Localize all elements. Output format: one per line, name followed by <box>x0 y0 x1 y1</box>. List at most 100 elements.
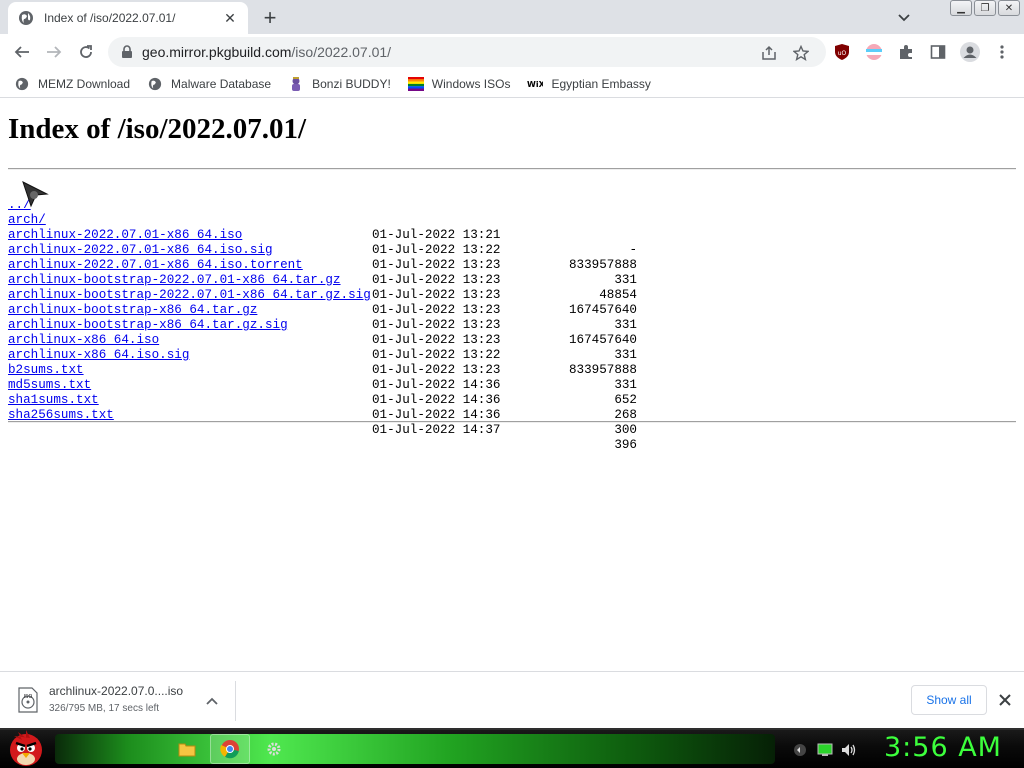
file-size: 396 <box>614 438 637 452</box>
list-item: archlinux-bootstrap-x86_64.tar.gz 01-Jul… <box>8 288 637 347</box>
share-icon[interactable] <box>760 44 778 62</box>
list-item: archlinux-x86_64.iso.sig 01-Jul-2022 13:… <box>8 333 637 392</box>
globe-icon <box>147 76 163 92</box>
bookmark-star-icon[interactable] <box>792 44 810 62</box>
file-date: 01-Jul-2022 14:37 <box>372 423 501 437</box>
file-date: 01-Jul-2022 14:36 <box>372 393 501 407</box>
rainbow-flag-icon <box>407 76 424 92</box>
bookmark-label: Windows ISOs <box>431 76 511 91</box>
globe-icon <box>14 76 30 92</box>
taskbar-clock[interactable]: 3:56 AM <box>884 732 1002 763</box>
file-size: 331 <box>614 378 637 392</box>
minimize-button[interactable]: ▁ <box>950 0 972 16</box>
tab-active[interactable]: Index of /iso/2022.07.01/ ✕ <box>8 2 248 34</box>
file-date: 01-Jul-2022 13:23 <box>372 318 501 332</box>
ublock-origin-icon[interactable]: uO <box>833 43 851 61</box>
bookmark-memz-download[interactable]: MEMZ Download <box>14 76 130 92</box>
file-size: 167457640 <box>568 303 637 317</box>
forward-button[interactable] <box>40 38 68 66</box>
file-size: 652 <box>614 393 637 407</box>
file-size: 833957888 <box>568 258 637 272</box>
file-size: 48854 <box>599 288 637 302</box>
restore-button[interactable]: ❐ <box>974 0 996 16</box>
taskbar: 3:56 AM <box>0 728 1024 768</box>
file-date: 01-Jul-2022 13:23 <box>372 258 501 272</box>
close-icon[interactable] <box>996 691 1014 709</box>
list-item: md5sums.txt 01-Jul-2022 14:36 268 <box>8 363 637 422</box>
bookmark-label: Malware Database <box>171 76 272 91</box>
divider-bottom <box>8 421 1016 423</box>
settings-gear-taskbar-icon[interactable] <box>254 734 294 764</box>
download-status: 326/795 MB, 17 secs left <box>49 703 160 714</box>
file-link[interactable]: archlinux-bootstrap-2022.07.01-x86_64.ta… <box>8 288 371 303</box>
file-date: 01-Jul-2022 13:23 <box>372 363 501 377</box>
bookmark-egyptian-embassy[interactable]: WiX Egyptian Embassy <box>527 76 650 92</box>
file-size: - <box>629 243 637 257</box>
lock-icon[interactable] <box>120 45 134 59</box>
side-panel-icon[interactable] <box>929 43 947 61</box>
network-tray-icon[interactable] <box>817 742 833 758</box>
bookmark-label: Egyptian Embassy <box>551 76 651 91</box>
sync-tray-icon[interactable] <box>792 742 808 758</box>
list-item: sha256sums.txt 01-Jul-2022 14:37 396 <box>8 393 637 452</box>
menu-kebab-icon[interactable] <box>993 43 1011 61</box>
mouse-cursor-icon <box>21 180 49 208</box>
list-item: archlinux-bootstrap-x86_64.tar.gz.sig 01… <box>8 303 637 362</box>
bonzi-icon <box>288 76 304 92</box>
file-link[interactable]: archlinux-bootstrap-2022.07.01-x86_64.ta… <box>8 273 341 288</box>
page-title: Index of /iso/2022.07.01/ <box>8 113 307 145</box>
back-button[interactable] <box>8 38 36 66</box>
bookmark-malware-database[interactable]: Malware Database <box>147 76 271 92</box>
svg-text:uO: uO <box>838 50 847 57</box>
file-size: 833957888 <box>568 363 637 377</box>
download-filename: archlinux-2022.07.0....iso <box>49 684 184 698</box>
file-date: 01-Jul-2022 13:21 <box>372 228 501 242</box>
file-size: 167457640 <box>568 333 637 347</box>
chrome-taskbar-icon[interactable] <box>210 734 250 764</box>
file-date: 01-Jul-2022 13:22 <box>372 243 501 257</box>
bookmark-bonzi-buddy[interactable]: Bonzi BUDDY! <box>288 76 391 92</box>
new-tab-button[interactable]: + <box>256 5 284 30</box>
tab-strip: Index of /iso/2022.07.01/ ✕ + ▁ ❐ ✕ <box>0 0 1024 34</box>
download-shelf: ISO archlinux-2022.07.0....iso 326/795 M… <box>0 671 1024 728</box>
file-date: 01-Jul-2022 13:23 <box>372 273 501 287</box>
list-item: archlinux-2022.07.01-x86_64.iso.torrent … <box>8 243 637 302</box>
page-content: Index of /iso/2022.07.01/ ../ arch/ 01-J… <box>0 99 1024 671</box>
volume-tray-icon[interactable] <box>841 742 857 758</box>
extension-flag-icon[interactable] <box>865 43 883 61</box>
bookmark-label: MEMZ Download <box>38 76 131 91</box>
show-all-button[interactable]: Show all <box>911 685 987 715</box>
bookmarks-bar: MEMZ Download Malware Database Bonzi BUD… <box>0 70 1024 98</box>
close-window-button[interactable]: ✕ <box>998 0 1020 16</box>
file-date: 01-Jul-2022 13:22 <box>372 348 501 362</box>
bookmark-label: Bonzi BUDDY! <box>312 76 391 91</box>
file-date: 01-Jul-2022 13:23 <box>372 288 501 302</box>
globe-icon <box>18 10 34 26</box>
directory-listing: ../ arch/ 01-Jul-2022 13:21 - archlinux-… <box>8 183 637 452</box>
svg-text:WiX: WiX <box>527 80 543 89</box>
file-type-label: ISO <box>24 694 33 700</box>
extensions-puzzle-icon[interactable] <box>897 43 915 61</box>
iso-file-icon: ISO <box>16 687 40 713</box>
taskbar-decoration <box>55 734 775 764</box>
reload-button[interactable] <box>72 38 100 66</box>
list-item: archlinux-bootstrap-2022.07.01-x86_64.ta… <box>8 258 637 317</box>
profile-avatar-icon[interactable] <box>960 42 980 62</box>
divider-top <box>8 168 1016 170</box>
angry-bird-start-button[interactable] <box>6 726 46 768</box>
list-item: b2sums.txt 01-Jul-2022 14:36 652 <box>8 348 637 407</box>
list-item: archlinux-2022.07.01-x86_64.iso 01-Jul-2… <box>8 213 637 272</box>
list-item: archlinux-bootstrap-2022.07.01-x86_64.ta… <box>8 273 637 332</box>
address-bar[interactable]: geo.mirror.pkgbuild.com/iso/2022.07.01/ <box>108 37 826 67</box>
download-item[interactable]: ISO archlinux-2022.07.0....iso 326/795 M… <box>12 681 236 721</box>
file-date: 01-Jul-2022 13:23 <box>372 333 501 347</box>
file-size: 331 <box>614 318 637 332</box>
file-explorer-taskbar-icon[interactable] <box>167 734 207 764</box>
close-tab-icon[interactable]: ✕ <box>222 10 238 26</box>
tab-search-chevron-icon[interactable] <box>893 8 915 28</box>
chevron-up-icon[interactable] <box>204 693 220 709</box>
tab-title: Index of /iso/2022.07.01/ <box>44 11 176 25</box>
bookmark-windows-isos[interactable]: Windows ISOs <box>407 76 511 92</box>
list-item: archlinux-x86_64.iso 01-Jul-2022 13:22 8… <box>8 318 637 377</box>
file-size: 331 <box>614 348 637 362</box>
